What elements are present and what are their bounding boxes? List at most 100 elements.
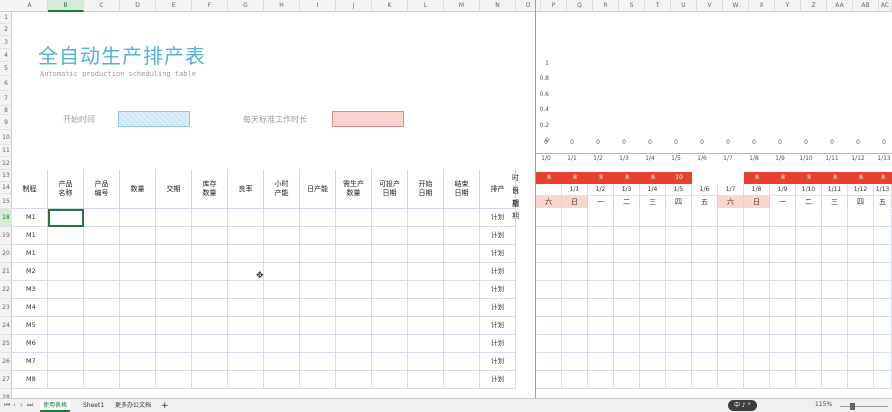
schedule-day-cell[interactable] bbox=[588, 281, 614, 299]
duration-cell[interactable]: 8 bbox=[614, 172, 640, 184]
row-header-15[interactable]: 15 bbox=[0, 194, 12, 209]
row-header-25[interactable]: 25 bbox=[0, 335, 12, 353]
schedule-day-cell[interactable] bbox=[666, 263, 692, 281]
table-cell[interactable] bbox=[192, 299, 228, 317]
schedule-day-cell[interactable] bbox=[718, 317, 744, 335]
table-cell[interactable] bbox=[444, 335, 480, 353]
table-cell[interactable] bbox=[120, 317, 156, 335]
process-cell[interactable]: M1 bbox=[12, 209, 48, 227]
table-cell[interactable] bbox=[192, 317, 228, 335]
process-cell[interactable]: M6 bbox=[12, 335, 48, 353]
schedule-day-cell[interactable] bbox=[692, 245, 718, 263]
date-cell[interactable]: 1/1 bbox=[562, 184, 588, 196]
schedule-day-cell[interactable] bbox=[562, 263, 588, 281]
schedule-day-cell[interactable] bbox=[588, 299, 614, 317]
date-cell[interactable]: 1/5 bbox=[666, 184, 692, 196]
schedule-day-cell[interactable] bbox=[562, 353, 588, 371]
row-header-10[interactable]: 10 bbox=[0, 130, 12, 145]
table-cell[interactable] bbox=[264, 263, 300, 281]
table-cell[interactable] bbox=[372, 317, 408, 335]
schedule-day-cell[interactable] bbox=[770, 317, 796, 335]
schedule-day-cell[interactable] bbox=[770, 227, 796, 245]
table-cell[interactable] bbox=[228, 353, 264, 371]
table-cell[interactable] bbox=[408, 227, 444, 245]
column-header-AB[interactable]: AB bbox=[853, 0, 879, 12]
schedule-day-cell[interactable] bbox=[666, 245, 692, 263]
schedule-day-cell[interactable] bbox=[614, 281, 640, 299]
column-header-E[interactable]: E bbox=[156, 0, 192, 12]
table-cell[interactable] bbox=[84, 317, 120, 335]
row-header-1[interactable]: 1 bbox=[0, 12, 12, 24]
row-header-8[interactable]: 8 bbox=[0, 106, 12, 115]
schedule-day-cell[interactable] bbox=[692, 299, 718, 317]
table-cell[interactable] bbox=[228, 317, 264, 335]
table-cell[interactable] bbox=[336, 245, 372, 263]
table-cell[interactable] bbox=[444, 353, 480, 371]
table-cell[interactable] bbox=[300, 371, 336, 389]
plan-cell[interactable]: 计划 bbox=[480, 281, 516, 299]
table-cell[interactable] bbox=[120, 245, 156, 263]
table-cell[interactable] bbox=[372, 335, 408, 353]
schedule-day-cell[interactable] bbox=[770, 299, 796, 317]
schedule-day-cell[interactable] bbox=[796, 281, 822, 299]
table-cell[interactable] bbox=[300, 209, 336, 227]
schedule-day-cell[interactable] bbox=[562, 317, 588, 335]
table-cell[interactable] bbox=[120, 299, 156, 317]
table-cell[interactable] bbox=[48, 227, 84, 245]
schedule-day-cell[interactable] bbox=[536, 299, 562, 317]
schedule-day-cell[interactable] bbox=[718, 209, 744, 227]
zoom-slider-handle[interactable] bbox=[850, 403, 855, 410]
schedule-day-cell[interactable] bbox=[744, 227, 770, 245]
column-header-G[interactable]: G bbox=[228, 0, 264, 12]
plan-cell[interactable]: 计划 bbox=[480, 209, 516, 227]
table-cell[interactable] bbox=[372, 371, 408, 389]
column-header-H[interactable]: H bbox=[264, 0, 300, 12]
duration-cell[interactable]: 8 bbox=[562, 172, 588, 184]
table-cell[interactable] bbox=[48, 209, 84, 227]
schedule-day-cell[interactable] bbox=[744, 317, 770, 335]
table-cell[interactable] bbox=[228, 335, 264, 353]
schedule-day-cell[interactable] bbox=[744, 281, 770, 299]
schedule-day-cell[interactable] bbox=[874, 227, 892, 245]
schedule-day-cell[interactable] bbox=[874, 209, 892, 227]
tab-more-docs[interactable]: 更多办公文档 bbox=[112, 400, 154, 412]
column-header-X[interactable]: X bbox=[749, 0, 775, 12]
schedule-chart[interactable]: 1 0.8 0.6 0.4 0.2 0 0 1/0 0 1/1 0 1/2 0 1/3 0 1/4 0 1/5 0 1… bbox=[535, 55, 892, 169]
schedule-day-cell[interactable] bbox=[822, 263, 848, 281]
duration-cell[interactable]: 8 bbox=[822, 172, 848, 184]
schedule-day-cell[interactable] bbox=[588, 263, 614, 281]
plan-cell[interactable]: 计划 bbox=[480, 263, 516, 281]
column-header-AA[interactable]: AA bbox=[827, 0, 853, 12]
duration-cell[interactable]: 8 bbox=[874, 172, 892, 184]
table-cell[interactable] bbox=[300, 245, 336, 263]
row-header-3[interactable]: 3 bbox=[0, 36, 12, 49]
table-cell[interactable] bbox=[372, 227, 408, 245]
column-header-R[interactable]: R bbox=[593, 0, 619, 12]
column-header-J[interactable]: J bbox=[336, 0, 372, 12]
table-cell[interactable] bbox=[84, 263, 120, 281]
table-cell[interactable] bbox=[228, 227, 264, 245]
column-header-V[interactable]: V bbox=[697, 0, 723, 12]
schedule-day-cell[interactable] bbox=[536, 263, 562, 281]
schedule-day-cell[interactable] bbox=[692, 353, 718, 371]
prev-sheet-icon[interactable]: ‹ bbox=[13, 401, 16, 409]
table-cell[interactable] bbox=[84, 371, 120, 389]
table-cell[interactable] bbox=[48, 335, 84, 353]
schedule-day-cell[interactable] bbox=[718, 371, 744, 389]
table-cell[interactable] bbox=[372, 299, 408, 317]
add-sheet-button[interactable]: + bbox=[158, 400, 172, 412]
next-sheet-icon[interactable]: › bbox=[20, 401, 23, 409]
process-cell[interactable]: M2 bbox=[12, 263, 48, 281]
schedule-day-cell[interactable] bbox=[822, 281, 848, 299]
table-cell[interactable] bbox=[264, 371, 300, 389]
schedule-day-cell[interactable] bbox=[718, 335, 744, 353]
schedule-day-cell[interactable] bbox=[744, 245, 770, 263]
date-cell[interactable]: 1/9 bbox=[770, 184, 796, 196]
date-cell[interactable]: 1/12 bbox=[848, 184, 874, 196]
schedule-day-cell[interactable] bbox=[744, 371, 770, 389]
schedule-day-cell[interactable] bbox=[588, 353, 614, 371]
start-time-input[interactable] bbox=[118, 111, 190, 127]
schedule-day-cell[interactable] bbox=[588, 335, 614, 353]
table-cell[interactable] bbox=[84, 245, 120, 263]
schedule-day-cell[interactable] bbox=[848, 209, 874, 227]
